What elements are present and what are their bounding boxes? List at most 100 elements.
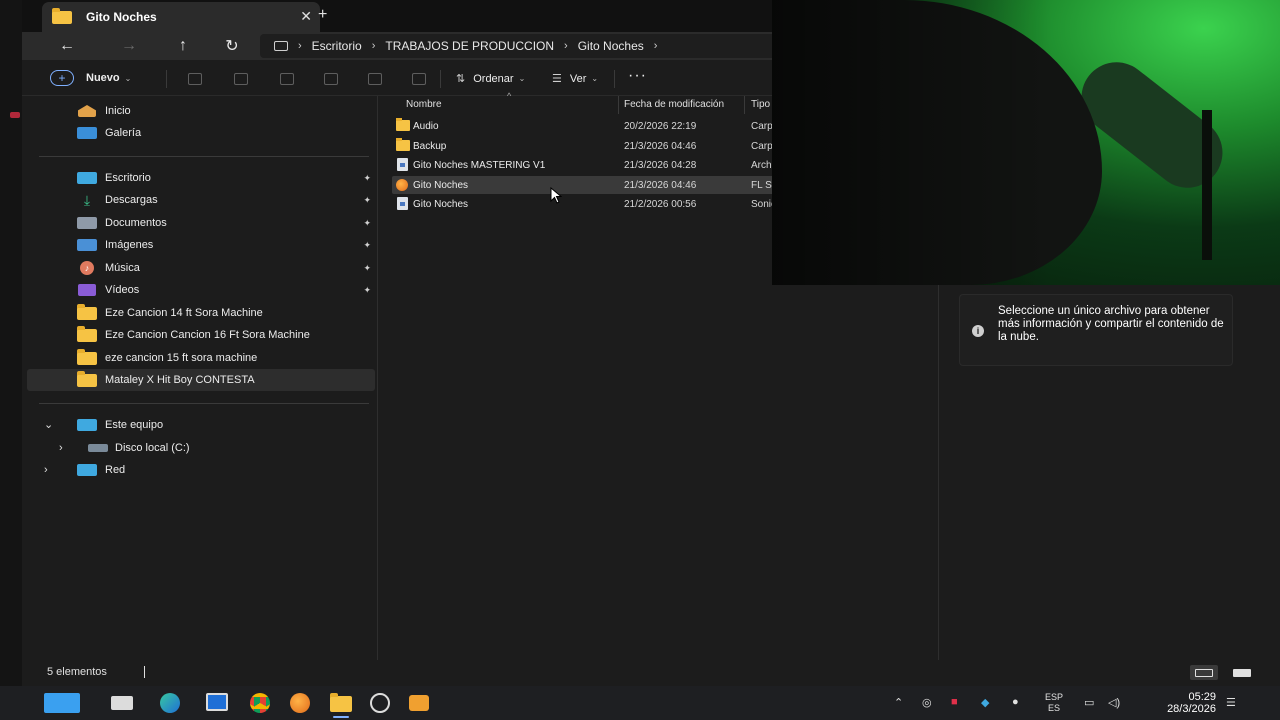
column-divider[interactable] — [744, 96, 745, 114]
notifications-icon[interactable]: ☰ — [1226, 696, 1236, 709]
file-name: Gito Noches MASTERING V1 — [413, 160, 546, 171]
sidebar-item-escritorio[interactable]: Escritorio ✦ — [27, 167, 375, 189]
rename-icon[interactable] — [324, 73, 338, 85]
back-arrow-icon[interactable]: ← — [54, 36, 80, 56]
pin-icon[interactable]: ✦ — [363, 240, 371, 251]
chevron-down-icon: ⌄ — [518, 74, 526, 83]
pin-icon[interactable]: ✦ — [363, 173, 371, 184]
forward-arrow-icon[interactable]: → — [116, 36, 142, 56]
sidebar-item-folder[interactable]: Eze Cancion 14 ft Sora Machine — [27, 302, 375, 324]
computer-icon — [274, 41, 288, 51]
sidebar-item-este-equipo[interactable]: Este equipo — [27, 414, 375, 436]
refresh-icon[interactable]: ↻ — [219, 36, 245, 56]
chrome-icon[interactable] — [250, 693, 272, 713]
delete-icon[interactable] — [412, 73, 426, 85]
copy-icon[interactable] — [234, 73, 248, 85]
file-date: 20/2/2026 22:19 — [624, 121, 697, 132]
edge-icon[interactable] — [160, 693, 182, 713]
cut-icon[interactable] — [188, 73, 202, 85]
file-explorer-icon[interactable] — [330, 693, 352, 718]
music-icon: ♪ — [76, 261, 98, 275]
details-view-button[interactable] — [1190, 665, 1218, 680]
sort-button[interactable]: ⇅ Ordenar ⌄ — [456, 72, 526, 86]
clock[interactable]: 05:29 28/3/2026 — [1136, 691, 1216, 715]
up-arrow-icon[interactable]: ↑ — [170, 36, 196, 56]
mouse-cursor-icon — [550, 187, 562, 204]
home-icon — [76, 104, 98, 118]
sidebar-item-videos[interactable]: Vídeos ✦ — [27, 279, 375, 301]
sidebar-item-inicio[interactable]: Inicio — [27, 100, 375, 122]
background-app-marker — [10, 112, 20, 118]
column-divider[interactable] — [618, 96, 619, 114]
chevron-right-icon[interactable]: › — [372, 40, 376, 52]
sidebar-item-galeria[interactable]: Galería — [27, 122, 375, 144]
webcam-overlay — [772, 0, 1280, 285]
breadcrumb-trabajos[interactable]: TRABAJOS DE PRODUCCION — [385, 39, 554, 53]
fl-studio-icon[interactable] — [290, 693, 312, 713]
address-bar[interactable]: › Escritorio › TRABAJOS DE PRODUCCION › … — [260, 34, 780, 58]
breadcrumb-escritorio[interactable]: Escritorio — [312, 39, 362, 53]
chevron-up-icon[interactable]: ⌃ — [894, 696, 903, 709]
folder-icon — [396, 118, 410, 131]
sidebar-item-disco-local[interactable]: Disco local (C:) — [27, 437, 375, 459]
pin-icon[interactable]: ✦ — [363, 195, 371, 206]
chevron-right-icon[interactable]: › — [654, 40, 658, 52]
sidebar-item-label: Mataley X Hit Boy CONTESTA — [105, 374, 255, 386]
sidebar-divider — [39, 403, 369, 404]
share-icon[interactable] — [368, 73, 382, 85]
steam-icon[interactable] — [370, 693, 392, 713]
file-type: Arch — [751, 160, 772, 171]
clock-date: 28/3/2026 — [1167, 703, 1216, 715]
new-button-label: Nuevo — [86, 72, 120, 84]
sidebar-item-musica[interactable]: ♪ Música ✦ — [27, 257, 375, 279]
folder-icon — [76, 325, 98, 342]
column-header-type[interactable]: Tipo — [751, 99, 770, 110]
shield-icon[interactable]: ◆ — [981, 696, 989, 709]
store-icon[interactable] — [206, 693, 228, 713]
navigation-pane: Inicio Galería Escritorio ✦ ⤓ Descargas … — [22, 96, 378, 660]
sidebar-item-red[interactable]: Red — [27, 459, 375, 481]
new-tab-icon[interactable]: + — [318, 6, 327, 24]
volume-icon[interactable]: ◁) — [1108, 696, 1120, 709]
sync-icon[interactable]: ◎ — [922, 696, 932, 709]
breadcrumb-gito-noches[interactable]: Gito Noches — [578, 39, 644, 53]
media-app-icon[interactable] — [409, 693, 431, 713]
sidebar-item-label: Imágenes — [105, 239, 154, 251]
microphone-icon[interactable]: ● — [1012, 696, 1019, 708]
sidebar-item-folder[interactable]: eze cancion 15 ft sora machine — [27, 347, 375, 369]
column-header-date[interactable]: Fecha de modificación — [624, 99, 724, 110]
more-options-icon[interactable]: ··· — [628, 67, 647, 85]
pin-icon[interactable]: ✦ — [363, 285, 371, 296]
tab-gito-noches[interactable]: Gito Noches ✕ — [42, 2, 320, 32]
folder-icon — [52, 7, 72, 24]
status-bar: 5 elementos — [22, 660, 1280, 686]
sidebar-item-label: eze cancion 15 ft sora machine — [105, 352, 258, 364]
sidebar-item-descargas[interactable]: ⤓ Descargas ✦ — [27, 189, 375, 211]
chevron-right-icon[interactable]: › — [564, 40, 568, 52]
pin-icon[interactable]: ✦ — [363, 218, 371, 229]
pin-icon[interactable]: ✦ — [363, 263, 371, 274]
security-icon[interactable]: ■ — [951, 696, 958, 708]
start-icon[interactable] — [44, 693, 80, 713]
videos-icon — [76, 283, 98, 297]
sidebar-item-folder-selected[interactable]: Mataley X Hit Boy CONTESTA — [27, 369, 375, 391]
sidebar-item-imagenes[interactable]: Imágenes ✦ — [27, 234, 375, 256]
chevron-right-icon[interactable]: › — [298, 40, 302, 52]
view-button[interactable]: ☰ Ver ⌄ — [552, 72, 598, 86]
sidebar-item-label: Inicio — [105, 105, 131, 117]
toolbar-divider — [166, 70, 167, 88]
sidebar-item-documentos[interactable]: Documentos ✦ — [27, 212, 375, 234]
tiles-view-button[interactable] — [1228, 665, 1256, 680]
new-button[interactable]: + Nuevo ⌄ — [50, 70, 131, 86]
sidebar-item-folder[interactable]: Eze Cancion Cancion 16 Ft Sora Machine — [27, 324, 375, 346]
sidebar-item-label: Disco local (C:) — [115, 442, 190, 454]
close-tab-icon[interactable]: ✕ — [300, 8, 312, 25]
network-icon[interactable]: ▭ — [1084, 696, 1094, 709]
file-type: FL St — [751, 180, 775, 191]
paste-icon[interactable] — [280, 73, 294, 85]
network-icon — [76, 463, 98, 477]
task-view-icon[interactable] — [111, 693, 133, 713]
toolbar-divider — [440, 70, 441, 88]
language-indicator[interactable]: ESP ES — [1042, 692, 1066, 714]
column-header-name[interactable]: Nombre — [406, 99, 442, 110]
